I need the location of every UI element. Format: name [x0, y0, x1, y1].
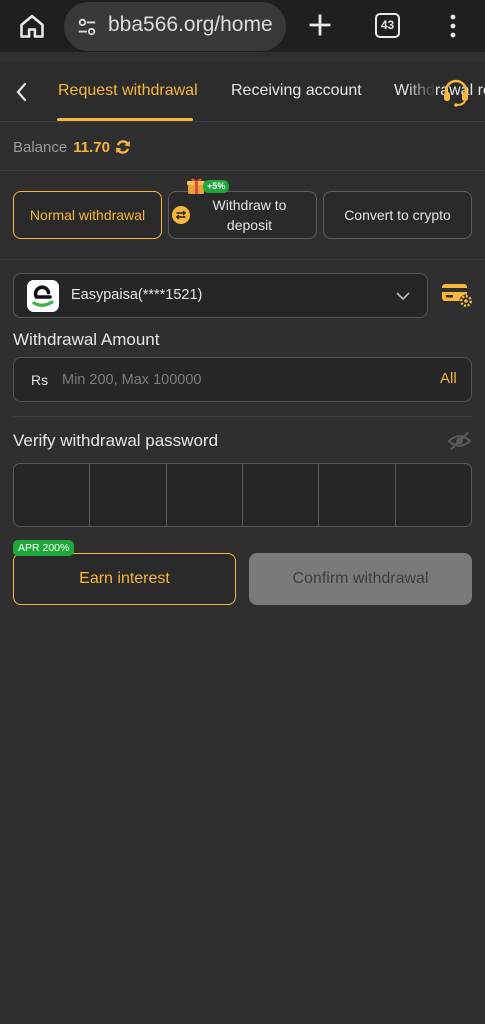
amount-field: Rs All [13, 357, 472, 402]
tab-request-withdrawal[interactable]: Request withdrawal [58, 82, 198, 100]
divider [0, 259, 485, 260]
swap-icon [172, 206, 190, 224]
eye-off-icon[interactable] [447, 430, 472, 452]
customer-service-icon[interactable] [441, 77, 471, 107]
normal-withdrawal-label: Normal withdrawal [29, 207, 146, 223]
receiving-account-select[interactable]: Easypaisa(****1521) [13, 273, 428, 318]
earn-interest-label: Earn interest [79, 570, 170, 587]
home-icon[interactable] [18, 12, 46, 40]
balance-value: 11.70 [73, 138, 110, 156]
password-label: Verify withdrawal password [13, 431, 219, 450]
password-pin-input[interactable] [13, 463, 472, 527]
browser-toolbar: bba566.org/home 43 [0, 0, 485, 52]
tab-switcher-icon[interactable]: 43 [375, 13, 400, 38]
withdraw-tabs: Request withdrawal Receiving account Wit… [0, 62, 485, 122]
pin-cell[interactable] [14, 464, 91, 526]
back-arrow-icon[interactable] [10, 78, 34, 106]
url-text: bba566.org/home [108, 13, 273, 36]
address-bar[interactable]: bba566.org/home [64, 2, 286, 51]
divider [13, 416, 472, 417]
card-settings-icon[interactable] [441, 282, 473, 308]
earn-interest-button[interactable]: Earn interest [13, 553, 236, 605]
new-tab-icon[interactable] [306, 11, 334, 39]
convert-to-crypto-label: Convert to crypto [344, 207, 451, 223]
balance-row: Balance 11.70 [13, 136, 132, 158]
all-amount-button[interactable]: All [440, 370, 457, 387]
easypaisa-logo [27, 280, 59, 312]
divider [0, 170, 485, 171]
site-settings-icon[interactable] [76, 16, 98, 38]
pin-cell[interactable] [167, 464, 243, 526]
refresh-icon[interactable] [114, 138, 132, 156]
convert-to-crypto-button[interactable]: Convert to crypto [323, 191, 472, 239]
normal-withdrawal-button[interactable]: Normal withdrawal [13, 191, 162, 239]
pin-cell[interactable] [396, 464, 471, 526]
chevron-down-icon [396, 292, 410, 301]
pin-cell[interactable] [319, 464, 396, 526]
amount-input[interactable] [62, 368, 382, 392]
amount-label: Withdrawal Amount [13, 330, 160, 349]
bonus-badge: +5% [203, 180, 230, 193]
tab-receiving-account[interactable]: Receiving account [231, 82, 362, 100]
currency-label: Rs [31, 372, 49, 388]
active-tab-indicator [57, 118, 193, 121]
account-name: Easypaisa(****1521) [71, 287, 203, 303]
confirm-withdrawal-label: Confirm withdrawal [292, 570, 429, 587]
more-vert-icon[interactable] [441, 12, 465, 40]
tabs-overflow-fade [406, 62, 436, 120]
pin-cell[interactable] [90, 464, 167, 526]
withdraw-to-deposit-label: Withdraw to deposit [212, 197, 287, 233]
confirm-withdrawal-button[interactable]: Confirm withdrawal [249, 553, 472, 605]
balance-label: Balance [13, 138, 68, 156]
apr-badge: APR 200% [13, 540, 75, 556]
withdraw-to-deposit-button[interactable]: Withdraw to deposit [168, 191, 317, 239]
pin-cell[interactable] [243, 464, 320, 526]
